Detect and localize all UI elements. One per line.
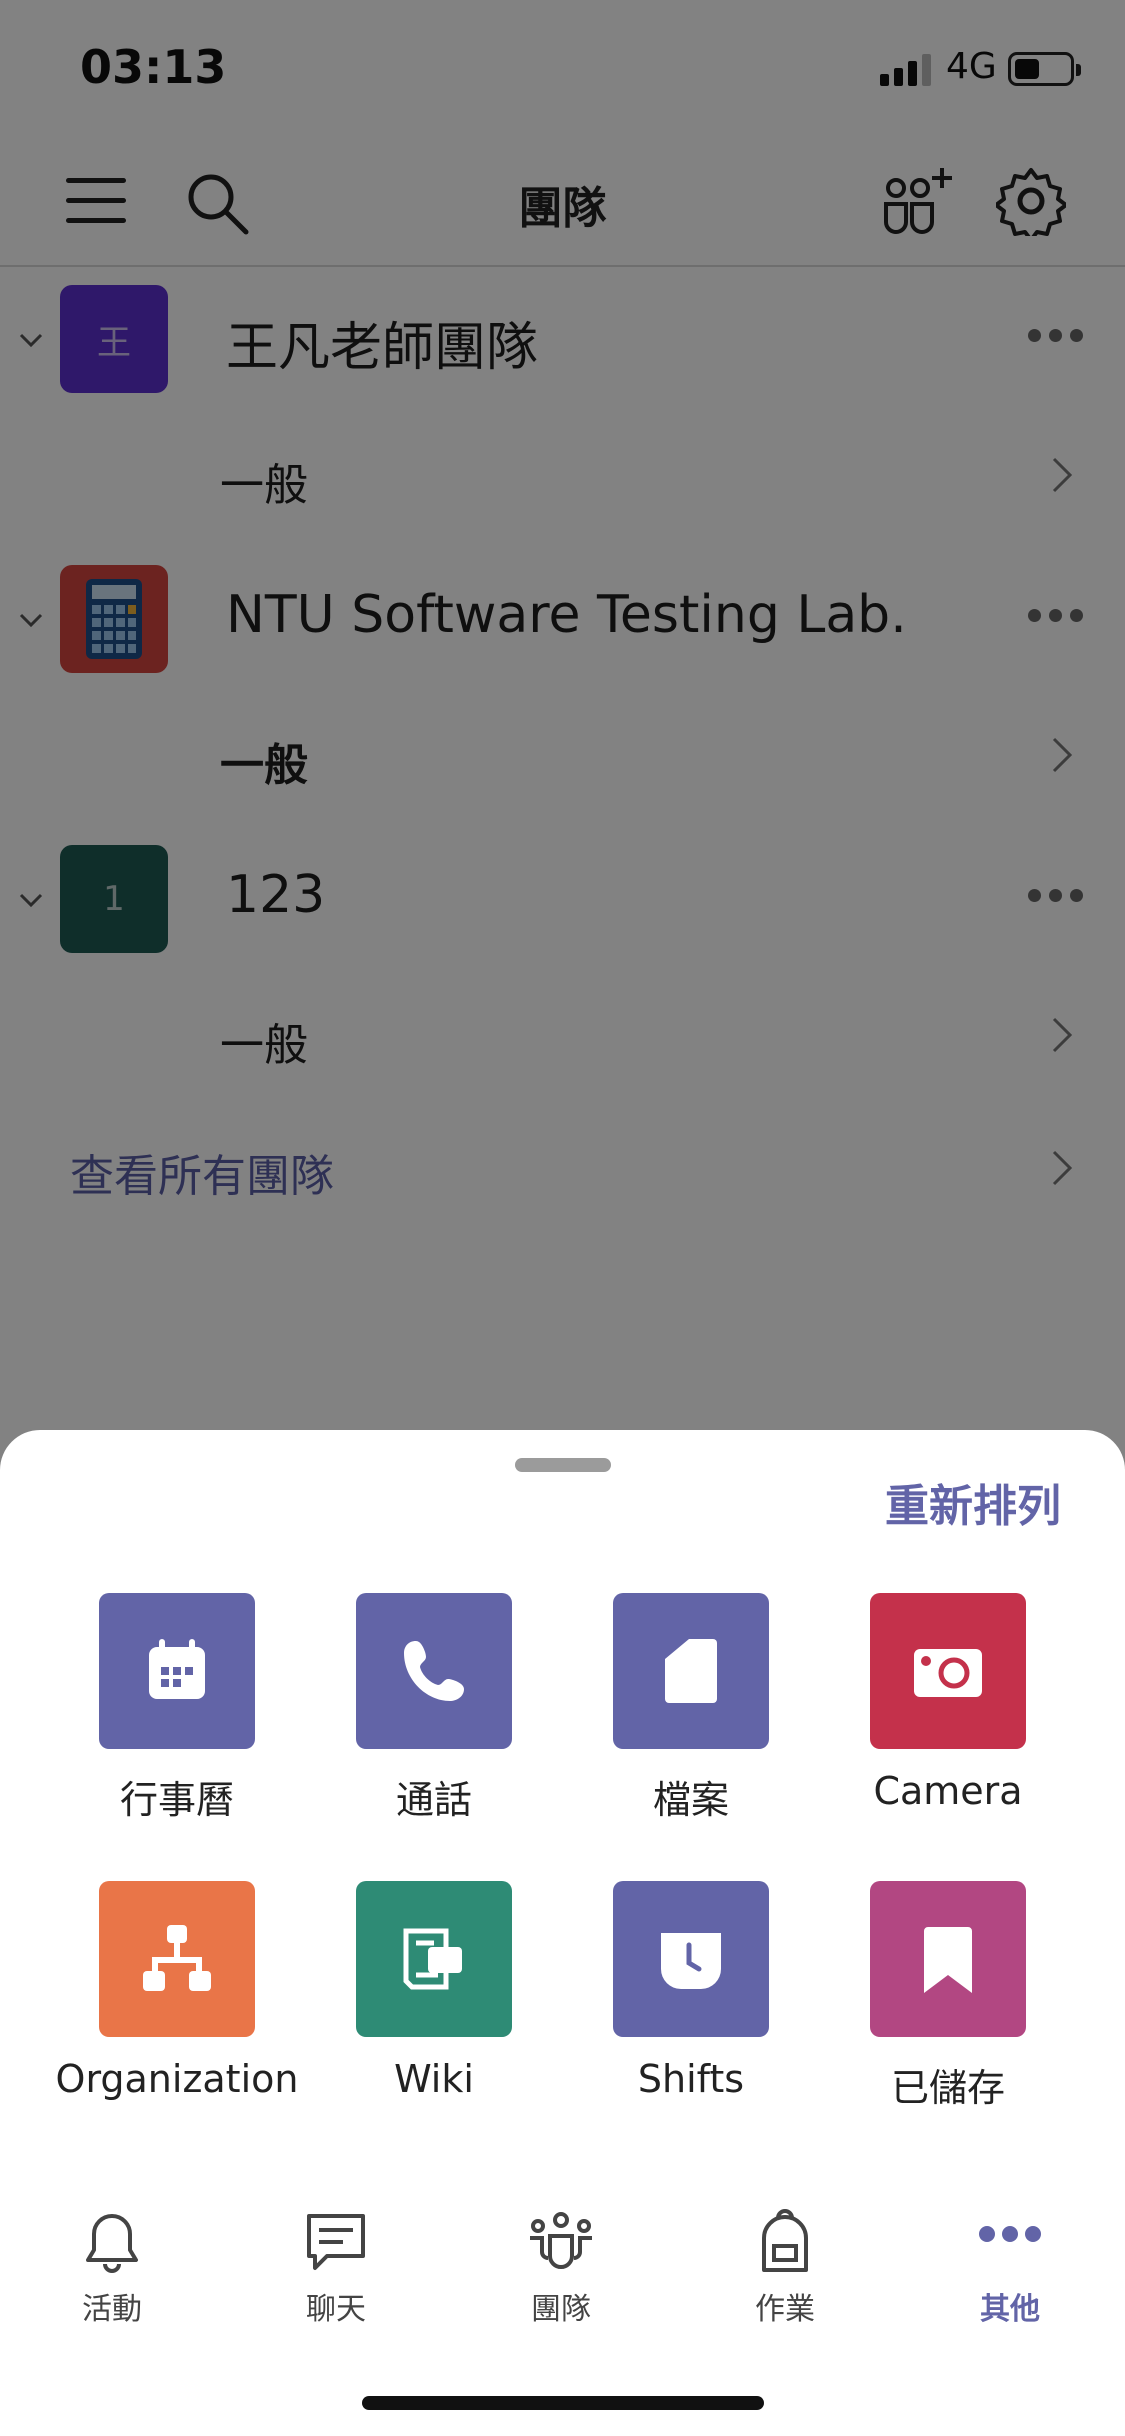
camera-icon <box>870 1593 1026 1749</box>
reorder-button[interactable]: 重新排列 <box>885 1470 1061 1534</box>
wiki-icon <box>356 1881 512 2037</box>
bottom-tab-bar: 活動 聊天 團隊 作業 其他 <box>0 2190 1125 2330</box>
bookmark-icon <box>870 1881 1026 2037</box>
tab-teams[interactable]: 團隊 <box>486 2190 636 2330</box>
home-indicator[interactable] <box>362 2396 764 2410</box>
calendar-icon <box>99 1593 255 1749</box>
tab-chat[interactable]: 聊天 <box>261 2190 411 2330</box>
teams-page: 03:13 4G 團隊 王 王凡老師團隊 一般 NTU Software Tes… <box>0 0 1125 2436</box>
app-label: Organization <box>55 2057 299 2101</box>
org-chart-icon <box>99 1881 255 2037</box>
more-icon <box>979 2226 1041 2242</box>
app-label: 通話 <box>395 1778 472 1822</box>
backpack-icon <box>762 2209 808 2272</box>
tab-label: 團隊 <box>531 2292 591 2327</box>
tab-more[interactable]: 其他 <box>935 2190 1085 2330</box>
app-organization[interactable]: Organization <box>56 1881 298 2121</box>
app-label: 檔案 <box>652 1778 729 1822</box>
file-icon <box>613 1593 769 1749</box>
tab-assignments[interactable]: 作業 <box>710 2190 860 2330</box>
bell-icon <box>86 2214 138 2273</box>
app-shifts[interactable]: Shifts <box>588 1881 798 2121</box>
app-files[interactable]: 檔案 <box>588 1593 798 1833</box>
app-label: 已儲存 <box>890 2066 1005 2110</box>
teams-icon <box>530 2212 592 2269</box>
app-label: Wiki <box>394 2057 474 2101</box>
app-label: 行事曆 <box>119 1778 234 1822</box>
tab-label: 聊天 <box>306 2292 366 2327</box>
app-saved[interactable]: 已儲存 <box>845 1881 1055 2121</box>
tab-label: 作業 <box>755 2292 815 2327</box>
app-calendar[interactable]: 行事曆 <box>74 1593 284 1833</box>
app-label: Shifts <box>637 2057 745 2101</box>
phone-icon <box>356 1593 512 1749</box>
sheet-drag-handle[interactable] <box>515 1458 611 1472</box>
clock-icon <box>613 1881 769 2037</box>
chat-icon <box>307 2214 365 2270</box>
tab-label: 其他 <box>980 2292 1040 2327</box>
tab-label: 活動 <box>82 2292 142 2327</box>
app-calls[interactable]: 通話 <box>331 1593 541 1833</box>
app-wiki[interactable]: Wiki <box>331 1881 541 2121</box>
app-label: Camera <box>873 1769 1023 1813</box>
tab-activity[interactable]: 活動 <box>37 2190 187 2330</box>
app-camera[interactable]: Camera <box>845 1593 1055 1833</box>
